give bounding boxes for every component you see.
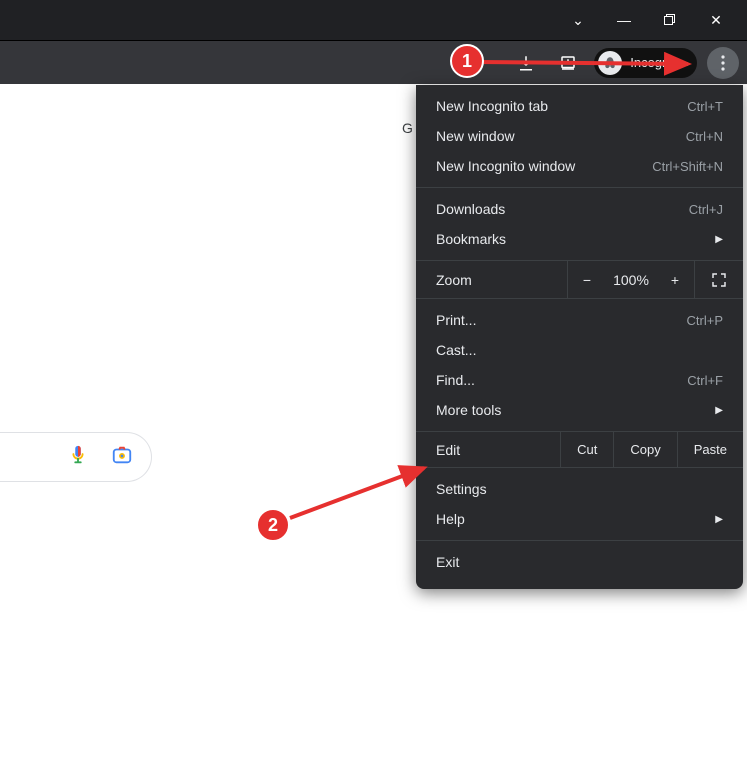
menu-exit[interactable]: Exit: [416, 547, 743, 577]
menu-cast[interactable]: Cast...: [416, 335, 743, 365]
menu-section-library: Downloads Ctrl+J Bookmarks ▶: [416, 188, 743, 261]
more-vertical-icon: [721, 55, 725, 71]
image-search-icon[interactable]: [111, 444, 133, 471]
menu-help[interactable]: Help ▶: [416, 504, 743, 534]
search-box-right-edge[interactable]: [0, 432, 152, 482]
page-text-fragment: G: [402, 120, 413, 136]
menu-zoom-row: Zoom − 100% +: [416, 261, 743, 299]
window-titlebar: ⌄ — ✕: [0, 0, 747, 40]
tab-dropdown-button[interactable]: ⌄: [555, 4, 601, 36]
annotation-badge-2: 2: [256, 508, 290, 542]
chevron-right-icon: ▶: [715, 514, 723, 525]
incognito-indicator[interactable]: Incognito: [594, 48, 697, 78]
zoom-in-button[interactable]: +: [656, 272, 694, 288]
menu-edit-row: Edit Cut Copy Paste: [416, 432, 743, 468]
zoom-out-button[interactable]: −: [568, 272, 606, 288]
menu-find[interactable]: Find... Ctrl+F: [416, 365, 743, 395]
install-icon: [559, 54, 577, 72]
incognito-icon: [602, 55, 618, 71]
menu-settings[interactable]: Settings: [416, 474, 743, 504]
fullscreen-icon: [711, 272, 727, 288]
menu-print[interactable]: Print... Ctrl+P: [416, 305, 743, 335]
menu-new-window[interactable]: New window Ctrl+N: [416, 121, 743, 151]
downloads-button[interactable]: [510, 47, 542, 79]
menu-section-tabs: New Incognito tab Ctrl+T New window Ctrl…: [416, 85, 743, 188]
maximize-icon: [664, 14, 676, 26]
close-button[interactable]: ✕: [693, 4, 739, 36]
edit-paste-button[interactable]: Paste: [677, 432, 743, 467]
menu-section-exit: Exit: [416, 541, 743, 583]
zoom-label: Zoom: [416, 272, 567, 288]
download-icon: [517, 54, 535, 72]
maximize-button[interactable]: [647, 4, 693, 36]
browser-toolbar: Incognito: [0, 40, 747, 84]
zoom-value: 100%: [606, 272, 656, 288]
minimize-button[interactable]: —: [601, 4, 647, 36]
menu-section-settings: Settings Help ▶: [416, 468, 743, 541]
menu-bookmarks[interactable]: Bookmarks ▶: [416, 224, 743, 254]
incognito-label: Incognito: [630, 55, 683, 70]
more-menu-button[interactable]: [707, 47, 739, 79]
edit-copy-button[interactable]: Copy: [613, 432, 676, 467]
fullscreen-button[interactable]: [695, 272, 743, 288]
menu-new-incognito-tab[interactable]: New Incognito tab Ctrl+T: [416, 91, 743, 121]
annotation-badge-1: 1: [450, 44, 484, 78]
chevron-right-icon: ▶: [715, 405, 723, 416]
menu-more-tools[interactable]: More tools ▶: [416, 395, 743, 425]
install-button[interactable]: [552, 47, 584, 79]
edit-label: Edit: [416, 442, 560, 458]
incognito-avatar: [598, 51, 622, 75]
voice-search-icon[interactable]: [67, 444, 89, 471]
menu-new-incognito-window[interactable]: New Incognito window Ctrl+Shift+N: [416, 151, 743, 181]
chevron-right-icon: ▶: [715, 234, 723, 245]
edit-cut-button[interactable]: Cut: [560, 432, 613, 467]
menu-section-tools: Print... Ctrl+P Cast... Find... Ctrl+F M…: [416, 299, 743, 432]
menu-downloads[interactable]: Downloads Ctrl+J: [416, 194, 743, 224]
browser-menu: New Incognito tab Ctrl+T New window Ctrl…: [416, 85, 743, 589]
